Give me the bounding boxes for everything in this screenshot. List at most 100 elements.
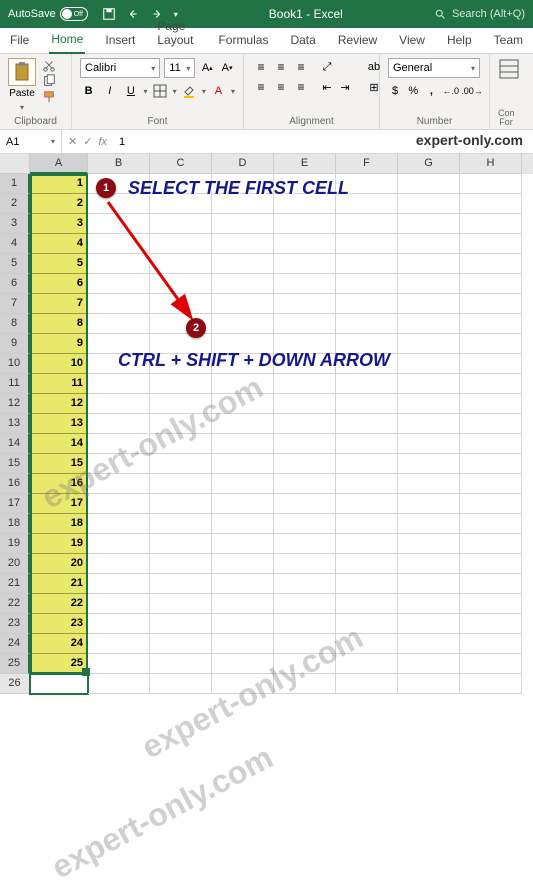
cell[interactable] [460, 554, 522, 574]
bold-button[interactable]: B [80, 82, 97, 100]
cell[interactable] [398, 214, 460, 234]
cell[interactable]: 12 [30, 394, 88, 414]
cell[interactable]: 6 [30, 274, 88, 294]
cell[interactable] [150, 634, 212, 654]
cell[interactable] [150, 594, 212, 614]
cell[interactable]: 2 [30, 194, 88, 214]
cell[interactable] [150, 214, 212, 234]
currency-icon[interactable]: $ [388, 82, 402, 100]
cell[interactable] [88, 614, 150, 634]
cell[interactable]: 23 [30, 614, 88, 634]
row-header[interactable]: 4 [0, 234, 30, 254]
cell[interactable] [398, 194, 460, 214]
row-header[interactable]: 5 [0, 254, 30, 274]
cell[interactable]: 14 [30, 434, 88, 454]
cell[interactable] [274, 394, 336, 414]
cell[interactable] [88, 654, 150, 674]
cell[interactable] [398, 294, 460, 314]
row-header[interactable]: 8 [0, 314, 30, 334]
cell[interactable] [212, 414, 274, 434]
cell[interactable] [460, 414, 522, 434]
cell[interactable] [88, 414, 150, 434]
cell[interactable] [460, 594, 522, 614]
cell[interactable] [212, 574, 274, 594]
cell[interactable] [150, 294, 212, 314]
fill-dropdown-icon[interactable]: ▾ [202, 87, 206, 96]
cell[interactable] [150, 494, 212, 514]
row-header[interactable]: 20 [0, 554, 30, 574]
cell[interactable] [88, 494, 150, 514]
copy-icon[interactable] [42, 74, 56, 88]
cell[interactable] [150, 234, 212, 254]
cell[interactable] [212, 614, 274, 634]
cell[interactable]: 21 [30, 574, 88, 594]
cell[interactable] [460, 574, 522, 594]
cell[interactable] [274, 234, 336, 254]
align-left-icon[interactable]: ≡ [252, 78, 270, 96]
autosave-switch[interactable]: Off [60, 7, 88, 21]
cell[interactable] [398, 534, 460, 554]
cell[interactable] [212, 274, 274, 294]
cell[interactable]: 15 [30, 454, 88, 474]
cell[interactable] [398, 334, 460, 354]
paste-dropdown-icon[interactable]: ▾ [20, 103, 24, 112]
cell[interactable] [336, 454, 398, 474]
cell[interactable] [274, 214, 336, 234]
cell[interactable]: 4 [30, 234, 88, 254]
cell[interactable] [460, 274, 522, 294]
cell[interactable] [150, 414, 212, 434]
comma-icon[interactable]: , [424, 82, 438, 100]
cell[interactable] [88, 594, 150, 614]
cell[interactable] [336, 514, 398, 534]
font-color-icon[interactable]: A [210, 82, 227, 100]
cell[interactable] [460, 334, 522, 354]
cell[interactable] [88, 374, 150, 394]
row-header[interactable]: 16 [0, 474, 30, 494]
cell[interactable] [398, 494, 460, 514]
cell[interactable] [460, 494, 522, 514]
cell[interactable] [212, 454, 274, 474]
row-header[interactable]: 10 [0, 354, 30, 374]
tab-review[interactable]: Review [336, 29, 379, 53]
cell[interactable]: 10 [30, 354, 88, 374]
row-header[interactable]: 9 [0, 334, 30, 354]
cell[interactable] [274, 614, 336, 634]
cell[interactable] [398, 434, 460, 454]
tab-team[interactable]: Team [492, 29, 525, 53]
cell[interactable] [398, 414, 460, 434]
cell[interactable] [336, 214, 398, 234]
cell[interactable] [460, 514, 522, 534]
cell[interactable] [398, 634, 460, 654]
tab-formulas[interactable]: Formulas [216, 29, 270, 53]
cell[interactable]: 20 [30, 554, 88, 574]
cell[interactable] [150, 394, 212, 414]
autosave-toggle[interactable]: AutoSave Off [8, 7, 88, 21]
cell[interactable] [274, 474, 336, 494]
cell[interactable]: 19 [30, 534, 88, 554]
cell[interactable] [274, 554, 336, 574]
name-box[interactable]: A1 ▾ [0, 130, 62, 153]
row-header[interactable]: 18 [0, 514, 30, 534]
cell[interactable] [336, 374, 398, 394]
col-header-d[interactable]: D [212, 154, 274, 174]
cell[interactable] [336, 474, 398, 494]
cell[interactable] [460, 394, 522, 414]
cell[interactable] [398, 254, 460, 274]
cell[interactable] [336, 574, 398, 594]
cell[interactable]: 3 [30, 214, 88, 234]
cell[interactable] [336, 294, 398, 314]
cell[interactable] [274, 254, 336, 274]
cell[interactable] [150, 454, 212, 474]
cell[interactable] [88, 514, 150, 534]
row-header[interactable]: 14 [0, 434, 30, 454]
cell[interactable]: 16 [30, 474, 88, 494]
cell[interactable] [212, 474, 274, 494]
cell[interactable] [398, 374, 460, 394]
cell[interactable] [398, 654, 460, 674]
cell[interactable] [150, 274, 212, 294]
paste-button[interactable]: Paste ▾ [8, 58, 36, 113]
cell[interactable] [398, 314, 460, 334]
cell[interactable] [398, 394, 460, 414]
increase-indent-icon[interactable]: ⇥ [336, 78, 354, 96]
cell[interactable] [398, 574, 460, 594]
